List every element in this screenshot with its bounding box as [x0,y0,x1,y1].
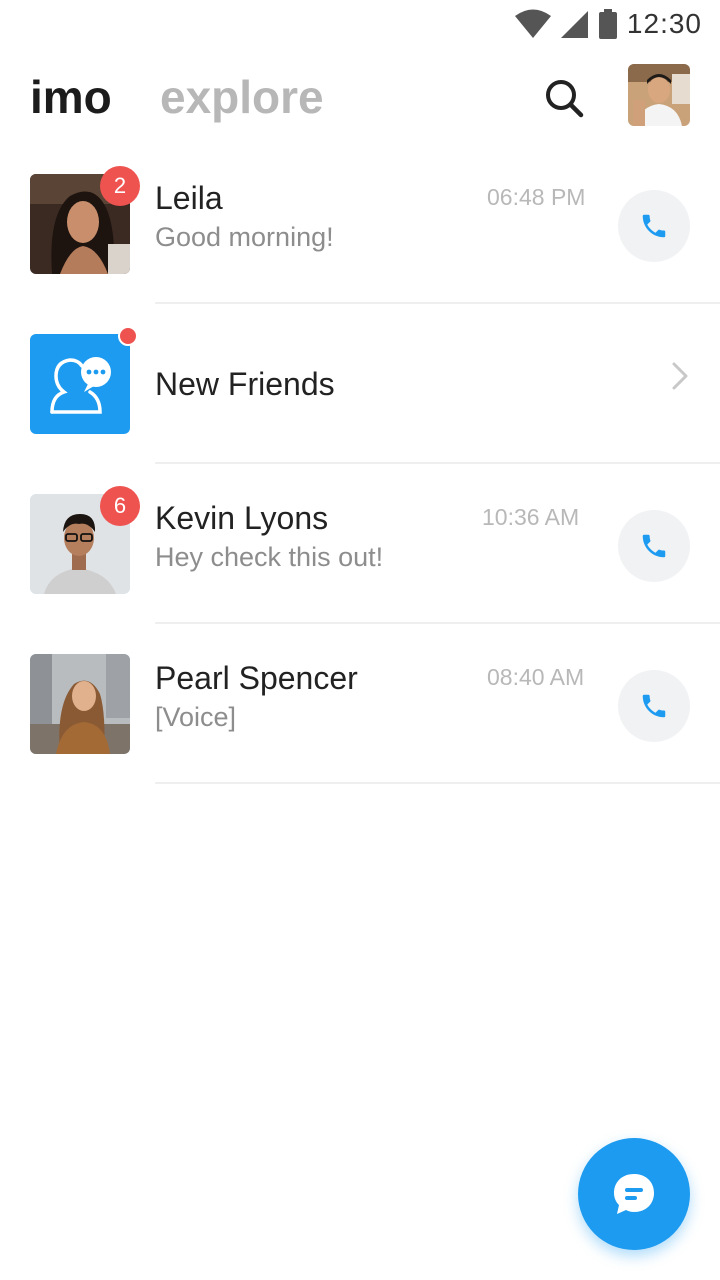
battery-icon [598,9,617,39]
wifi-icon [514,9,551,38]
profile-photo [628,64,690,126]
chat-bubble-icon [614,1174,654,1214]
message-time: 08:40 AM [487,664,585,690]
signal-icon [560,11,588,38]
message-time: 06:48 PM [487,184,586,210]
new-chat-fab[interactable] [578,1138,690,1250]
chevron-right-icon [670,360,690,397]
tab-explore[interactable]: explore [160,70,324,124]
new-friends-row[interactable]: New Friends [0,320,720,480]
search-icon [546,80,584,118]
chat-row-kevin-lyons[interactable]: 6 Kevin Lyons Hey check this out! 10:36 … [0,480,720,640]
contact-photo [30,654,130,754]
unread-badge: 2 [100,166,140,206]
app-header: imo explore [0,56,720,140]
status-bar: 12:30 [0,0,720,52]
status-icons: 12:30 [514,8,702,40]
new-indicator-dot [118,326,138,346]
tab-imo[interactable]: imo [30,70,112,124]
message-time: 10:36 AM [482,504,580,530]
call-button[interactable] [618,510,690,582]
chat-row-leila[interactable]: 2 Leila Good morning! 06:48 PM [0,160,720,320]
contact-name: Leila [155,180,223,216]
phone-icon [642,694,666,718]
row-divider [155,622,720,624]
new-friends-icon [50,357,111,414]
chat-row-pearl-spencer[interactable]: Pearl Spencer [Voice] 08:40 AM [0,640,720,800]
call-button[interactable] [618,670,690,742]
message-preview: Good morning! [155,222,334,252]
new-friends-label: New Friends [155,366,335,402]
clock: 12:30 [626,8,702,39]
row-divider [155,782,720,784]
contact-name: Kevin Lyons [155,500,329,536]
phone-icon [642,534,666,558]
profile-avatar[interactable] [628,64,690,126]
message-preview: Hey check this out! [155,542,384,572]
call-button[interactable] [618,190,690,262]
row-divider [155,462,720,464]
avatar [30,654,130,754]
new-friends-icon-tile [30,334,130,434]
message-preview: [Voice] [155,702,237,732]
phone-icon [642,214,666,238]
search-button[interactable] [540,74,588,122]
unread-badge: 6 [100,486,140,526]
row-divider [155,302,720,304]
contact-name: Pearl Spencer [155,660,358,696]
